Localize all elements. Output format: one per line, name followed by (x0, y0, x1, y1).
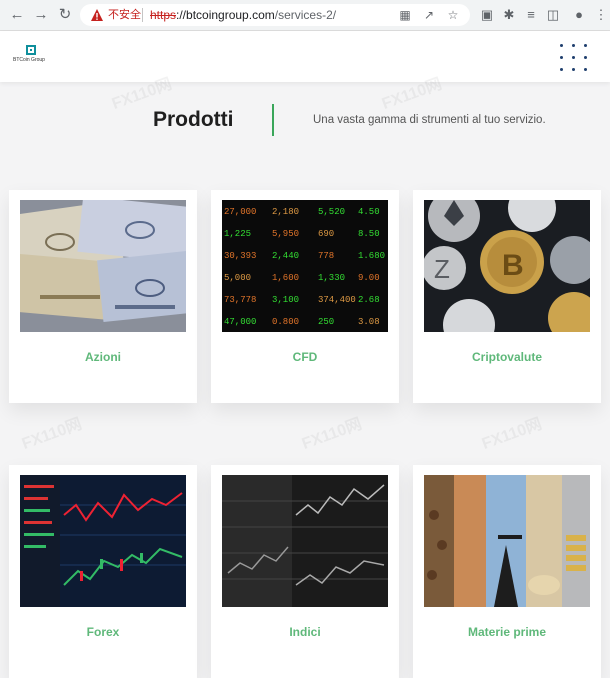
heading-divider (272, 104, 274, 136)
product-card-materie-prime[interactable]: Materie prime (413, 465, 601, 678)
section-subtitle: Una vasta gamma di strumenti al tuo serv… (313, 114, 546, 126)
url-text[interactable]: https://btcoingroup.com/services-2/ (150, 7, 336, 23)
product-card-azioni[interactable]: Azioni (9, 190, 197, 403)
share-icon[interactable]: ↗ (421, 7, 437, 23)
svg-text:5,950: 5,950 (272, 229, 299, 239)
svg-text:8.50: 8.50 (358, 229, 380, 239)
svg-text:30,393: 30,393 (224, 251, 256, 261)
svg-text:4.50: 4.50 (358, 207, 380, 217)
section-title: Prodotti (153, 108, 234, 131)
product-label[interactable]: Criptovalute (413, 350, 601, 364)
extension-icon[interactable]: ▣ (478, 6, 496, 24)
svg-text:47,000: 47,000 (224, 317, 256, 327)
svg-text:27,000: 27,000 (224, 207, 256, 217)
forward-arrow-icon[interactable]: → (32, 6, 50, 24)
forex-chart-image (20, 475, 186, 607)
svg-text:5,520: 5,520 (318, 207, 345, 217)
svg-text:1,330: 1,330 (318, 273, 345, 283)
address-bar[interactable]: 不安全 https://btcoingroup.com/services-2/ … (80, 4, 470, 26)
product-card-cfd[interactable]: 27,000 2,180 5,520 4.50 1,225 5,950 690 8.50 3… (211, 190, 399, 403)
translate-icon[interactable]: ▦ (397, 7, 413, 23)
svg-text:5,000: 5,000 (224, 273, 251, 283)
svg-text:3.08: 3.08 (358, 317, 380, 327)
warning-icon (91, 9, 103, 21)
svg-text:1,600: 1,600 (272, 273, 299, 283)
puzzle-icon[interactable]: ✱ (500, 6, 518, 24)
profile-avatar-icon[interactable]: ● (570, 6, 588, 24)
insecure-label[interactable]: 不安全 (108, 7, 141, 23)
svg-text:374,400: 374,400 (318, 295, 356, 305)
svg-text:3,100: 3,100 (272, 295, 299, 305)
crypto-coins-image: B Z (424, 200, 590, 332)
svg-text:1.680: 1.680 (358, 251, 385, 261)
watermark: FX110网 (479, 415, 545, 453)
product-label[interactable]: Azioni (9, 350, 197, 364)
product-card-forex[interactable]: Forex (9, 465, 197, 678)
side-panel-icon[interactable]: ◫ (544, 6, 562, 24)
url-host: ://btcoingroup.com (176, 8, 275, 22)
product-label[interactable]: Indici (211, 625, 399, 639)
omnibox-separator (142, 8, 143, 22)
reload-icon[interactable]: ↻ (56, 6, 74, 24)
svg-text:73,778: 73,778 (224, 295, 256, 305)
product-card-indici[interactable]: Indici (211, 465, 399, 678)
watermark: FX110网 (19, 415, 85, 453)
url-path: /services-2/ (274, 8, 337, 22)
svg-text:2,180: 2,180 (272, 207, 299, 217)
svg-text:0.800: 0.800 (272, 317, 299, 327)
menu-grid-icon[interactable] (560, 44, 588, 72)
logo-text[interactable]: BTCoin Group (13, 57, 45, 63)
more-menu-icon[interactable]: ⋮ (592, 6, 610, 24)
stock-certificates-image (20, 200, 186, 332)
svg-text:2,440: 2,440 (272, 251, 299, 261)
indices-chart-image (222, 475, 388, 607)
watermark: FX110网 (299, 415, 365, 453)
commodities-image (424, 475, 590, 607)
url-scheme: https (150, 8, 177, 22)
svg-text:2.68: 2.68 (358, 295, 380, 305)
logo-icon[interactable] (26, 45, 36, 55)
svg-text:690: 690 (318, 229, 334, 239)
svg-text:Z: Z (434, 254, 450, 284)
browser-toolbar: ← → ↻ 不安全 https://btcoingroup.com/servic… (0, 0, 610, 31)
reading-list-icon[interactable]: ≡ (522, 6, 540, 24)
svg-text:B: B (502, 249, 524, 282)
svg-text:250: 250 (318, 317, 334, 327)
svg-text:9.00: 9.00 (358, 273, 380, 283)
back-arrow-icon[interactable]: ← (8, 6, 26, 24)
product-label[interactable]: Materie prime (413, 625, 601, 639)
product-label[interactable]: Forex (9, 625, 197, 639)
svg-text:778: 778 (318, 251, 334, 261)
site-header: BTCoin Group (0, 31, 610, 82)
stock-board-image: 27,000 2,180 5,520 4.50 1,225 5,950 690 8.50 3… (222, 200, 388, 332)
bookmark-star-icon[interactable]: ☆ (445, 7, 461, 23)
svg-text:1,225: 1,225 (224, 229, 251, 239)
product-label[interactable]: CFD (211, 350, 399, 364)
product-card-criptovalute[interactable]: B Z Criptovalute (413, 190, 601, 403)
